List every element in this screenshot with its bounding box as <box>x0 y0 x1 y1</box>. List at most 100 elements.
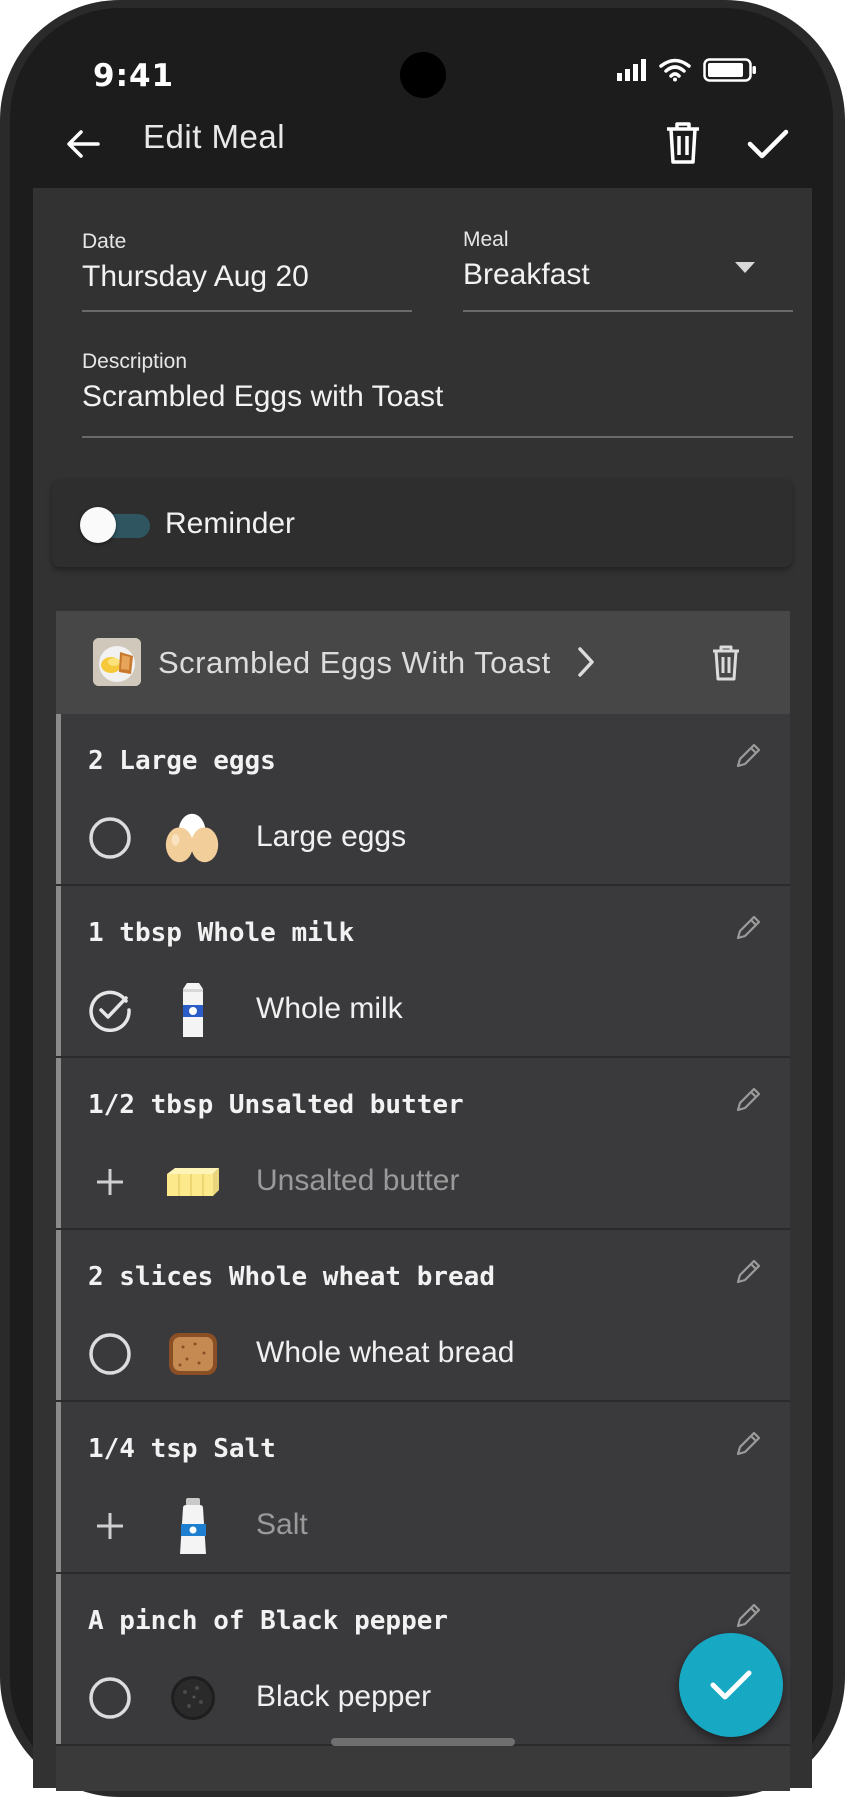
ingredient-name: Whole milk <box>256 992 403 1025</box>
confirm-fab-button[interactable] <box>679 1633 783 1737</box>
app-bar: Edit Meal <box>33 110 812 188</box>
circle-outline-icon <box>89 1333 131 1375</box>
salt-shaker-icon <box>180 1498 206 1554</box>
ingredient-row: 2 slices Whole wheat bread Whole wheat b… <box>56 1230 790 1402</box>
check-circle-icon <box>89 990 131 1032</box>
dropdown-arrow-icon <box>735 262 755 273</box>
ingredient-name: Unsalted butter <box>256 1164 460 1197</box>
pencil-icon <box>736 1259 761 1284</box>
page-title: Edit Meal <box>143 118 286 155</box>
recipe-thumbnail <box>93 638 141 686</box>
add-to-shopping-button[interactable] <box>88 1160 132 1204</box>
ingredient-image <box>161 1152 225 1212</box>
ingredient-row: 1/4 tsp Salt Salt <box>56 1402 790 1574</box>
date-label: Date <box>82 230 127 253</box>
ingredient-row: 1/2 tbsp Unsalted butter Unsalted butter <box>56 1058 790 1230</box>
recipe-header[interactable]: Scrambled Eggs With Toast <box>56 611 790 714</box>
ingredient-name: Salt <box>256 1508 308 1541</box>
ingredient-quantity: A pinch of Black pepper <box>88 1606 449 1636</box>
add-to-shopping-button[interactable] <box>88 1504 132 1548</box>
meal-label: Meal <box>463 228 509 251</box>
status-time: 9:41 <box>93 58 175 94</box>
wifi-icon <box>659 58 691 82</box>
edit-ingredient-button[interactable] <box>734 1084 764 1119</box>
reminder-label: Reminder <box>165 507 296 540</box>
signal-icon <box>617 59 646 81</box>
camera-cutout <box>400 52 446 98</box>
chevron-right-icon[interactable] <box>576 645 596 679</box>
milk-carton-icon <box>183 983 203 1037</box>
ingredient-accent-bar <box>56 886 61 1056</box>
meal-select[interactable]: Meal Breakfast <box>463 228 793 312</box>
edit-ingredient-button[interactable] <box>734 912 764 947</box>
circle-outline-icon <box>89 1677 131 1719</box>
ingredient-accent-bar <box>56 1574 61 1744</box>
circle-outline-icon <box>89 817 131 859</box>
date-field[interactable]: Date Thursday Aug 20 <box>82 230 412 312</box>
recipe-card: Scrambled Eggs With Toast 2 Large eggs L… <box>56 611 790 1791</box>
ingredient-image <box>161 1496 225 1556</box>
home-indicator[interactable] <box>331 1738 515 1746</box>
ingredient-row: A pinch of Black pepper Black pepper <box>56 1574 790 1746</box>
description-label: Description <box>82 350 188 373</box>
ingredient-list: 2 Large eggs Large eggs 1 tbsp Whole mil… <box>56 714 790 1746</box>
edit-ingredient-button[interactable] <box>734 1428 764 1463</box>
ingredient-image <box>161 808 225 868</box>
plus-icon <box>97 1513 123 1539</box>
pencil-icon <box>736 1603 761 1628</box>
ingredient-accent-bar <box>56 714 61 884</box>
edit-meal-form: Date Thursday Aug 20 Meal Breakfast Desc… <box>33 188 812 1791</box>
pencil-icon <box>736 743 761 768</box>
delete-recipe-button[interactable] <box>704 641 748 685</box>
bread-icon <box>169 1333 217 1375</box>
ingredient-accent-bar <box>56 1230 61 1400</box>
status-icons <box>617 58 757 82</box>
plus-icon <box>97 1169 123 1195</box>
recipe-title: Scrambled Eggs With Toast <box>158 645 551 680</box>
ingredient-image <box>161 1668 225 1728</box>
meal-underline <box>463 310 793 312</box>
delete-meal-button[interactable] <box>655 112 711 174</box>
back-button[interactable] <box>55 116 111 172</box>
arrow-back-icon <box>67 130 100 158</box>
reminder-card: Reminder <box>52 479 792 567</box>
save-meal-button[interactable] <box>738 114 798 174</box>
ingredient-name: Whole wheat bread <box>256 1336 515 1369</box>
ingredient-check-toggle[interactable] <box>88 1676 132 1720</box>
pepper-icon <box>171 1676 215 1720</box>
ingredient-row: 1 tbsp Whole milk Whole milk <box>56 886 790 1058</box>
edit-ingredient-button[interactable] <box>734 740 764 775</box>
pencil-icon <box>736 1431 761 1456</box>
pencil-icon <box>736 1087 761 1112</box>
description-value: Scrambled Eggs with Toast <box>82 380 444 413</box>
ingredient-check-toggle[interactable] <box>88 988 132 1032</box>
ingredient-accent-bar <box>56 1058 61 1228</box>
description-field[interactable]: Description Scrambled Eggs with Toast <box>82 350 793 438</box>
ingredient-check-toggle[interactable] <box>88 1332 132 1376</box>
edit-ingredient-button[interactable] <box>734 1256 764 1291</box>
edit-ingredient-button[interactable] <box>734 1600 764 1635</box>
ingredient-image <box>161 980 225 1040</box>
date-underline <box>82 310 412 312</box>
ingredient-quantity: 1 tbsp Whole milk <box>88 918 355 948</box>
ingredient-quantity: 1/2 tbsp Unsalted butter <box>88 1090 464 1120</box>
ingredient-quantity: 2 slices Whole wheat bread <box>88 1262 495 1292</box>
ingredient-name: Black pepper <box>256 1680 432 1713</box>
ingredient-row: 2 Large eggs Large eggs <box>56 714 790 886</box>
trash-icon <box>667 122 699 164</box>
butter-icon <box>167 1168 219 1196</box>
battery-icon <box>703 58 756 82</box>
trash-icon <box>713 645 739 681</box>
status-bar: 9:41 <box>33 40 812 110</box>
ingredient-accent-bar <box>56 1402 61 1572</box>
ingredient-quantity: 2 Large eggs <box>88 746 276 776</box>
description-underline <box>82 436 793 438</box>
checkmark-icon <box>747 129 789 159</box>
reminder-toggle[interactable] <box>80 507 150 543</box>
phone-frame: 9:41 Edit Meal Date Thursday Aug 20 Meal… <box>0 0 845 1797</box>
screen: 9:41 Edit Meal Date Thursday Aug 20 Meal… <box>33 0 812 1797</box>
date-value: Thursday Aug 20 <box>82 260 309 293</box>
toggle-thumb <box>80 507 116 543</box>
ingredient-check-toggle[interactable] <box>88 816 132 860</box>
pencil-icon <box>736 915 761 940</box>
